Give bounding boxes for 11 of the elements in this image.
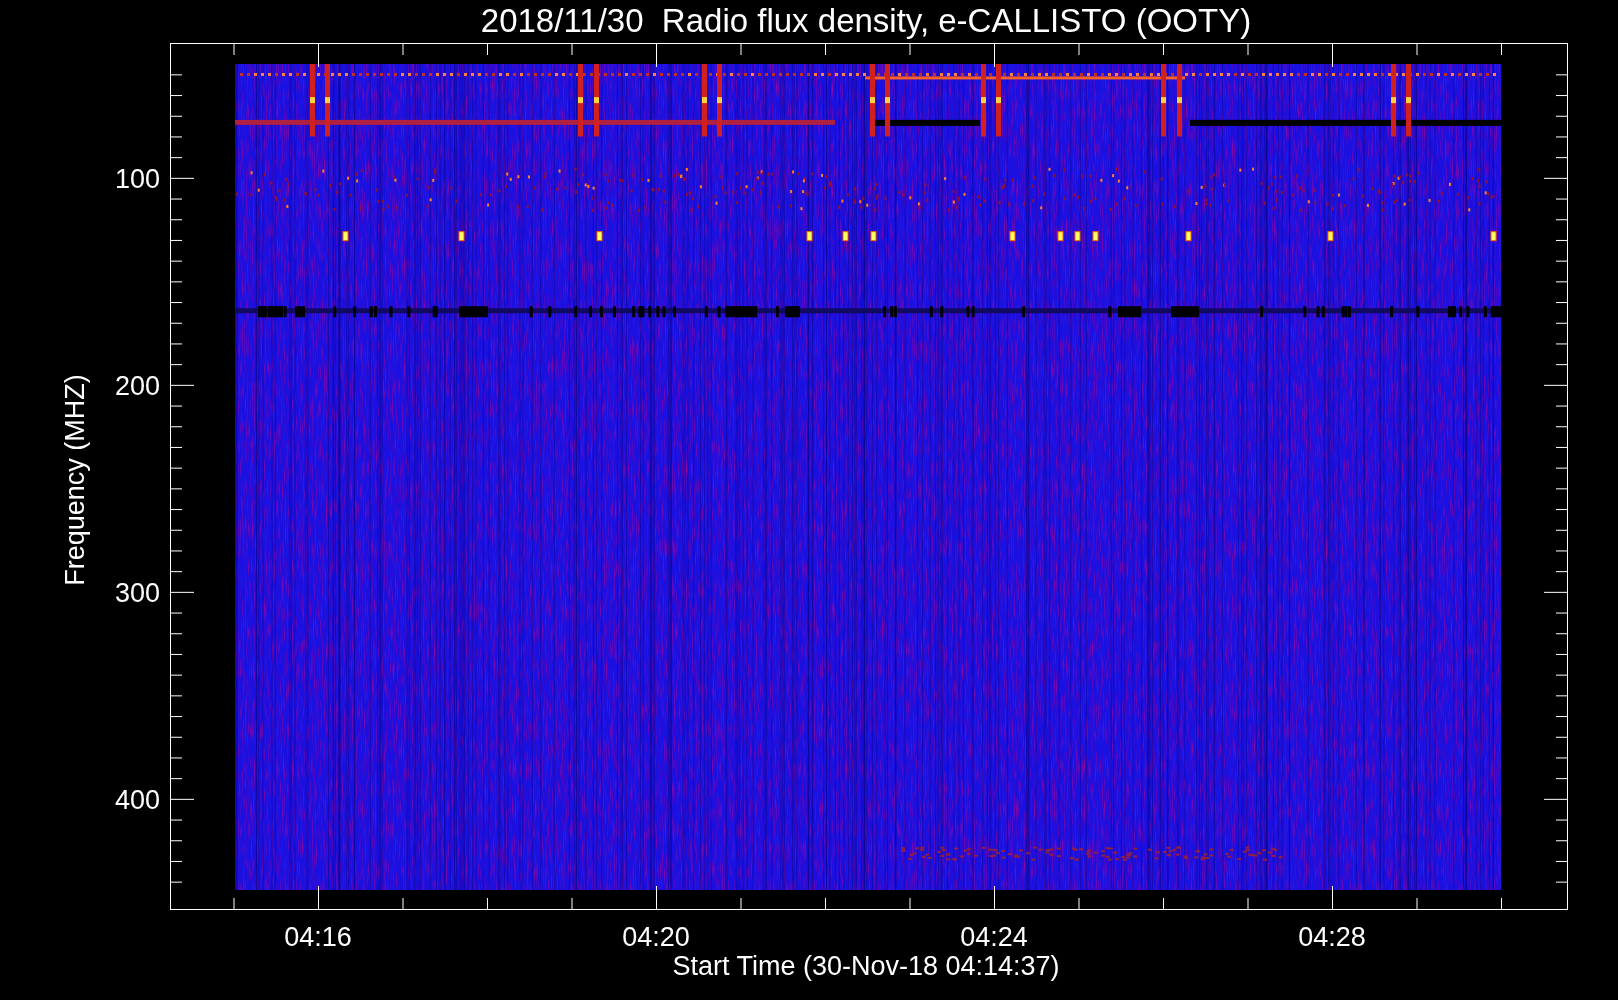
chart-title: 2018/11/30 Radio flux density, e-CALLISTO (OOTY) (480, 2, 1252, 39)
y-tick-label: 400 (114, 784, 160, 815)
y-axis-label: Frequency (MHZ) (60, 374, 90, 586)
y-tick-label: 200 (114, 370, 160, 401)
x-tick-label: 04:20 (622, 922, 690, 952)
x-tick-label: 04:28 (1298, 922, 1366, 952)
y-tick-label: 100 (114, 163, 160, 194)
y-tick-label: 300 (114, 577, 160, 608)
x-axis-label: Start Time (30-Nov-18 04:14:37) (672, 951, 1060, 981)
x-tick-label: 04:16 (284, 922, 352, 952)
x-tick-label: 04:24 (960, 922, 1028, 952)
